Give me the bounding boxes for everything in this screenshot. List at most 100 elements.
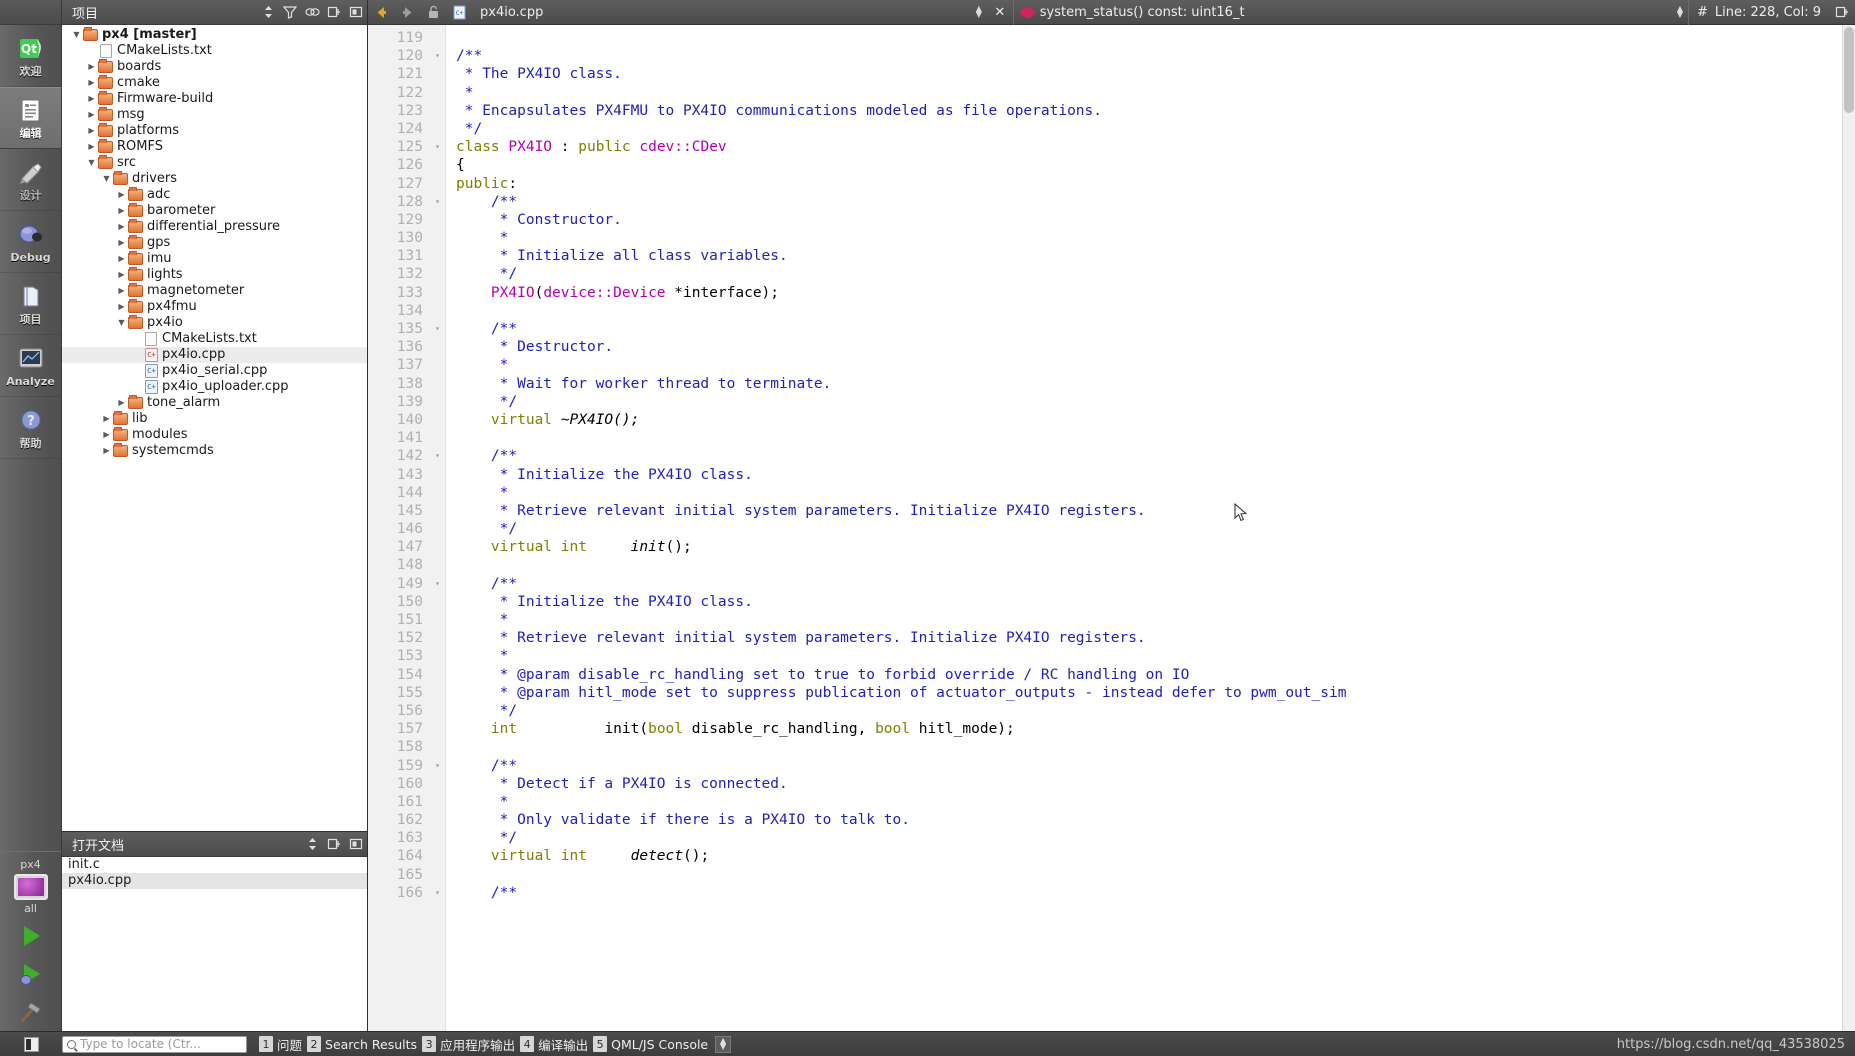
tree-item[interactable]: magnetometer bbox=[62, 283, 367, 299]
tree-item[interactable]: drivers bbox=[62, 171, 367, 187]
chevron-right-icon[interactable] bbox=[85, 107, 98, 123]
tree-item[interactable]: platforms bbox=[62, 123, 367, 139]
tree-item[interactable]: CMakeLists.txt bbox=[62, 43, 367, 59]
chevron-right-icon[interactable] bbox=[115, 299, 128, 315]
chevron-right-icon[interactable] bbox=[115, 395, 128, 411]
scrollbar-thumb[interactable] bbox=[1844, 27, 1854, 113]
back-arrow-icon[interactable] bbox=[368, 0, 394, 25]
fold-marker-icon[interactable]: ▾ bbox=[435, 320, 440, 338]
tree-item[interactable]: msg bbox=[62, 107, 367, 123]
locator-input[interactable]: Type to locate (Ctr... bbox=[62, 1035, 247, 1053]
chevron-down-icon[interactable] bbox=[85, 155, 98, 171]
output-panel-buttons[interactable]: 1 问题 2 Search Results 3 应用程序输出 4 编译输出 5 QML/JS Co… bbox=[259, 1035, 708, 1054]
chevron-down-icon[interactable] bbox=[115, 315, 128, 331]
tree-item[interactable]: ROMFS bbox=[62, 139, 367, 155]
unlocked-icon[interactable] bbox=[420, 0, 446, 25]
tree-item[interactable]: boards bbox=[62, 59, 367, 75]
chevron-right-icon[interactable] bbox=[85, 75, 98, 91]
close-dock-icon[interactable] bbox=[345, 833, 367, 855]
open-documents-list[interactable]: init.c px4io.cpp bbox=[62, 857, 367, 1031]
chevron-right-icon[interactable] bbox=[115, 283, 128, 299]
symbol-combo[interactable]: system_status() const: uint16_t bbox=[1014, 0, 1253, 24]
tree-item[interactable]: px4io bbox=[62, 315, 367, 331]
mode-edit[interactable]: 编辑 bbox=[0, 87, 61, 149]
output-panel-button[interactable]: 4 编译输出 bbox=[520, 1035, 588, 1054]
chevron-right-icon[interactable] bbox=[85, 91, 98, 107]
hide-sidebar-button[interactable] bbox=[0, 1036, 62, 1052]
output-panel-button[interactable]: 3 应用程序输出 bbox=[422, 1035, 515, 1054]
fold-marker-icon[interactable]: ▾ bbox=[435, 757, 440, 775]
mode-welcome[interactable]: Qt 欢迎 bbox=[0, 25, 61, 87]
tree-item[interactable]: lights bbox=[62, 267, 367, 283]
file-combo-spin-icon[interactable]: ▲ ▼ bbox=[971, 5, 987, 19]
chevron-right-icon[interactable] bbox=[100, 427, 113, 443]
tree-item[interactable]: tone_alarm bbox=[62, 395, 367, 411]
chevron-right-icon[interactable] bbox=[115, 251, 128, 267]
tree-item[interactable]: px4 [master] bbox=[62, 27, 367, 43]
chevron-right-icon[interactable] bbox=[115, 187, 128, 203]
fold-marker-icon[interactable]: ▾ bbox=[435, 193, 440, 211]
tree-item[interactable]: modules bbox=[62, 427, 367, 443]
fold-marker-icon[interactable]: ▾ bbox=[435, 447, 440, 465]
mode-debug[interactable]: Debug bbox=[0, 211, 61, 273]
split-editor-icon[interactable] bbox=[1829, 0, 1855, 25]
split-icon[interactable] bbox=[323, 833, 345, 855]
open-document-item[interactable]: px4io.cpp bbox=[62, 873, 367, 889]
run-icon[interactable] bbox=[18, 923, 44, 949]
output-panel-button[interactable]: 5 QML/JS Console bbox=[593, 1036, 708, 1052]
mode-design[interactable]: 设计 bbox=[0, 149, 61, 211]
fold-marker-icon[interactable]: ▾ bbox=[435, 884, 440, 902]
split-icon[interactable] bbox=[323, 1, 345, 23]
chevron-right-icon[interactable] bbox=[85, 139, 98, 155]
close-dock-icon[interactable] bbox=[345, 1, 367, 23]
filter-icon[interactable] bbox=[279, 1, 301, 23]
build-hammer-icon[interactable] bbox=[18, 999, 44, 1025]
tree-item[interactable]: gps bbox=[62, 235, 367, 251]
chevron-right-icon[interactable] bbox=[85, 59, 98, 75]
tree-item[interactable]: C+ px4io.cpp bbox=[62, 347, 367, 363]
kit-selector[interactable]: px4 all bbox=[0, 851, 61, 917]
tree-item[interactable]: systemcmds bbox=[62, 443, 367, 459]
tree-item[interactable]: barometer bbox=[62, 203, 367, 219]
output-panel-button[interactable]: 1 问题 bbox=[259, 1035, 302, 1054]
link-icon[interactable] bbox=[301, 1, 323, 23]
project-tree[interactable]: px4 [master]CMakeLists.txtboardscmakeFir… bbox=[62, 25, 367, 831]
close-editor-button[interactable]: ✕ bbox=[987, 0, 1013, 25]
sort-spin-icon[interactable] bbox=[301, 833, 323, 855]
tree-item[interactable]: C+ px4io_serial.cpp bbox=[62, 363, 367, 379]
chevron-right-icon[interactable] bbox=[100, 411, 113, 427]
tree-item[interactable]: imu bbox=[62, 251, 367, 267]
chevron-down-icon[interactable] bbox=[70, 27, 83, 43]
chevron-right-icon[interactable] bbox=[115, 267, 128, 283]
tree-item[interactable]: lib bbox=[62, 411, 367, 427]
tree-item[interactable]: src bbox=[62, 155, 367, 171]
editor-file-combo[interactable]: px4io.cpp bbox=[472, 0, 551, 24]
source-code-text[interactable]: /** * The PX4IO class. * * Encapsulates … bbox=[446, 25, 1855, 1031]
tree-item[interactable]: px4fmu bbox=[62, 299, 367, 315]
mode-help[interactable]: ? 帮助 bbox=[0, 397, 61, 459]
line-column-indicator[interactable]: # Line: 228, Col: 9 bbox=[1689, 0, 1829, 24]
chevron-right-icon[interactable] bbox=[115, 235, 128, 251]
tree-item[interactable]: differential_pressure bbox=[62, 219, 367, 235]
tree-item[interactable]: C+ px4io_uploader.cpp bbox=[62, 379, 367, 395]
chevron-right-icon[interactable] bbox=[115, 219, 128, 235]
open-document-item[interactable]: init.c bbox=[62, 857, 367, 873]
chevron-down-icon[interactable] bbox=[100, 171, 113, 187]
code-editor[interactable]: 119 120 ▾ 121 122 123 124 125 ▾ 126 127 128 ▾ 129 130 1… bbox=[368, 25, 1855, 1031]
chevron-right-icon[interactable] bbox=[115, 203, 128, 219]
fold-marker-icon[interactable]: ▾ bbox=[435, 47, 440, 65]
chevron-right-icon[interactable] bbox=[85, 123, 98, 139]
output-panel-button[interactable]: 2 Search Results bbox=[307, 1036, 417, 1052]
debug-run-icon[interactable] bbox=[18, 961, 44, 987]
fold-marker-icon[interactable]: ▾ bbox=[435, 575, 440, 593]
mode-analyze[interactable]: Analyze bbox=[0, 335, 61, 397]
tree-item[interactable]: cmake bbox=[62, 75, 367, 91]
sort-spin-icon[interactable] bbox=[257, 1, 279, 23]
forward-arrow-icon[interactable] bbox=[394, 0, 420, 25]
output-panes-spin-icon[interactable]: ▲ ▼ bbox=[715, 1035, 732, 1053]
editor-vertical-scrollbar[interactable] bbox=[1842, 25, 1855, 1031]
tree-item[interactable]: adc bbox=[62, 187, 367, 203]
symbol-combo-spin-icon[interactable]: ▲ ▼ bbox=[1672, 5, 1688, 19]
mode-projects[interactable]: 项目 bbox=[0, 273, 61, 335]
chevron-right-icon[interactable] bbox=[100, 443, 113, 459]
